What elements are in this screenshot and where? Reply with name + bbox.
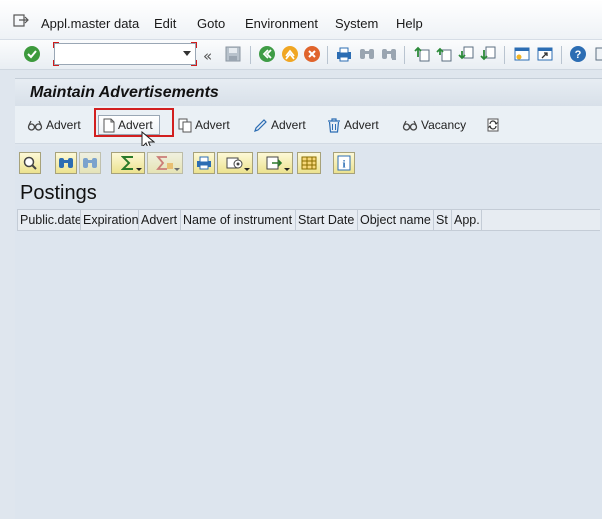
display-vacancy-label: Vacancy bbox=[421, 118, 467, 132]
column-header-st[interactable]: St bbox=[434, 210, 452, 230]
sum-icon[interactable] bbox=[111, 152, 145, 174]
customize-icon[interactable] bbox=[591, 44, 602, 64]
copy-advert-label: Advert bbox=[195, 118, 230, 132]
find-icon[interactable] bbox=[357, 44, 377, 64]
column-header-expiration[interactable]: Expiration bbox=[81, 210, 139, 230]
views-icon[interactable] bbox=[217, 152, 253, 174]
column-header-advert[interactable]: Advert bbox=[139, 210, 181, 230]
refresh-button[interactable] bbox=[485, 115, 501, 135]
help-icon[interactable]: ? bbox=[568, 44, 588, 64]
new-session-icon[interactable] bbox=[512, 44, 532, 64]
collapse-command-icon[interactable]: « bbox=[203, 47, 212, 65]
copy-icon bbox=[178, 118, 192, 132]
menu-bar: Appl.master data Edit Goto Environment S… bbox=[0, 0, 602, 40]
print-preview-icon[interactable] bbox=[193, 152, 215, 174]
grid-header: Public.date Expiration Advert Name of in… bbox=[17, 209, 600, 231]
create-advert-highlight bbox=[94, 108, 174, 137]
standard-toolbar: « ? bbox=[0, 40, 602, 70]
details-icon[interactable] bbox=[19, 152, 41, 174]
pencil-icon bbox=[254, 118, 267, 132]
find-icon[interactable] bbox=[55, 152, 77, 174]
first-page-icon[interactable] bbox=[412, 44, 432, 64]
column-header-start-date[interactable]: Start Date bbox=[296, 210, 358, 230]
layout-icon[interactable] bbox=[297, 152, 321, 174]
display-vacancy-button[interactable]: Vacancy bbox=[402, 115, 466, 135]
grid-title: Postings bbox=[20, 182, 97, 204]
column-header-name-of-instrument[interactable]: Name of instrument bbox=[181, 210, 296, 230]
column-header-app[interactable]: App. bbox=[452, 210, 482, 230]
next-page-icon[interactable] bbox=[456, 44, 476, 64]
glasses-icon bbox=[27, 120, 43, 131]
delete-advert-label: Advert bbox=[344, 118, 379, 132]
title-bar: Maintain Advertisements bbox=[15, 78, 602, 106]
change-advert-button[interactable]: Advert bbox=[253, 115, 306, 135]
svg-text:?: ? bbox=[575, 49, 582, 61]
page-title: Maintain Advertisements bbox=[30, 84, 219, 101]
menu-system[interactable]: System bbox=[335, 16, 378, 31]
refresh-icon bbox=[487, 118, 499, 132]
menu-exit-icon[interactable] bbox=[13, 14, 29, 28]
menu-appl-master-data[interactable]: Appl.master data bbox=[41, 16, 139, 31]
find-next-icon[interactable] bbox=[379, 44, 399, 64]
delete-advert-button[interactable]: Advert bbox=[327, 115, 379, 135]
exit-icon[interactable] bbox=[280, 44, 300, 64]
command-dropdown-icon[interactable] bbox=[183, 51, 191, 56]
subtotal-icon[interactable] bbox=[147, 152, 183, 174]
find-next-icon[interactable] bbox=[79, 152, 101, 174]
grid-body bbox=[17, 231, 600, 519]
previous-page-icon[interactable] bbox=[434, 44, 454, 64]
export-icon[interactable] bbox=[257, 152, 293, 174]
copy-advert-button[interactable]: Advert bbox=[178, 115, 230, 135]
column-header-public-date[interactable]: Public.date bbox=[17, 210, 81, 230]
menu-environment[interactable]: Environment bbox=[245, 16, 318, 31]
column-header-object-name[interactable]: Object name bbox=[358, 210, 434, 230]
info-icon[interactable]: i bbox=[333, 152, 355, 174]
glasses-icon bbox=[402, 120, 418, 131]
display-advert-button[interactable]: Advert bbox=[27, 115, 81, 135]
menu-goto[interactable]: Goto bbox=[197, 16, 225, 31]
menu-help[interactable]: Help bbox=[396, 16, 423, 31]
save-icon[interactable] bbox=[223, 44, 243, 64]
trash-icon bbox=[328, 117, 340, 133]
svg-text:i: i bbox=[342, 159, 345, 171]
enter-icon[interactable] bbox=[22, 44, 42, 64]
last-page-icon[interactable] bbox=[478, 44, 498, 64]
shortcut-icon[interactable] bbox=[535, 44, 555, 64]
cancel-icon[interactable] bbox=[302, 44, 322, 64]
content-area: i Postings Public.date Expiration Advert… bbox=[15, 146, 602, 519]
change-advert-label: Advert bbox=[271, 118, 306, 132]
menu-edit[interactable]: Edit bbox=[154, 16, 176, 31]
display-advert-label: Advert bbox=[46, 118, 81, 132]
command-field[interactable] bbox=[53, 42, 197, 66]
print-icon[interactable] bbox=[334, 44, 354, 64]
back-icon[interactable] bbox=[257, 44, 277, 64]
